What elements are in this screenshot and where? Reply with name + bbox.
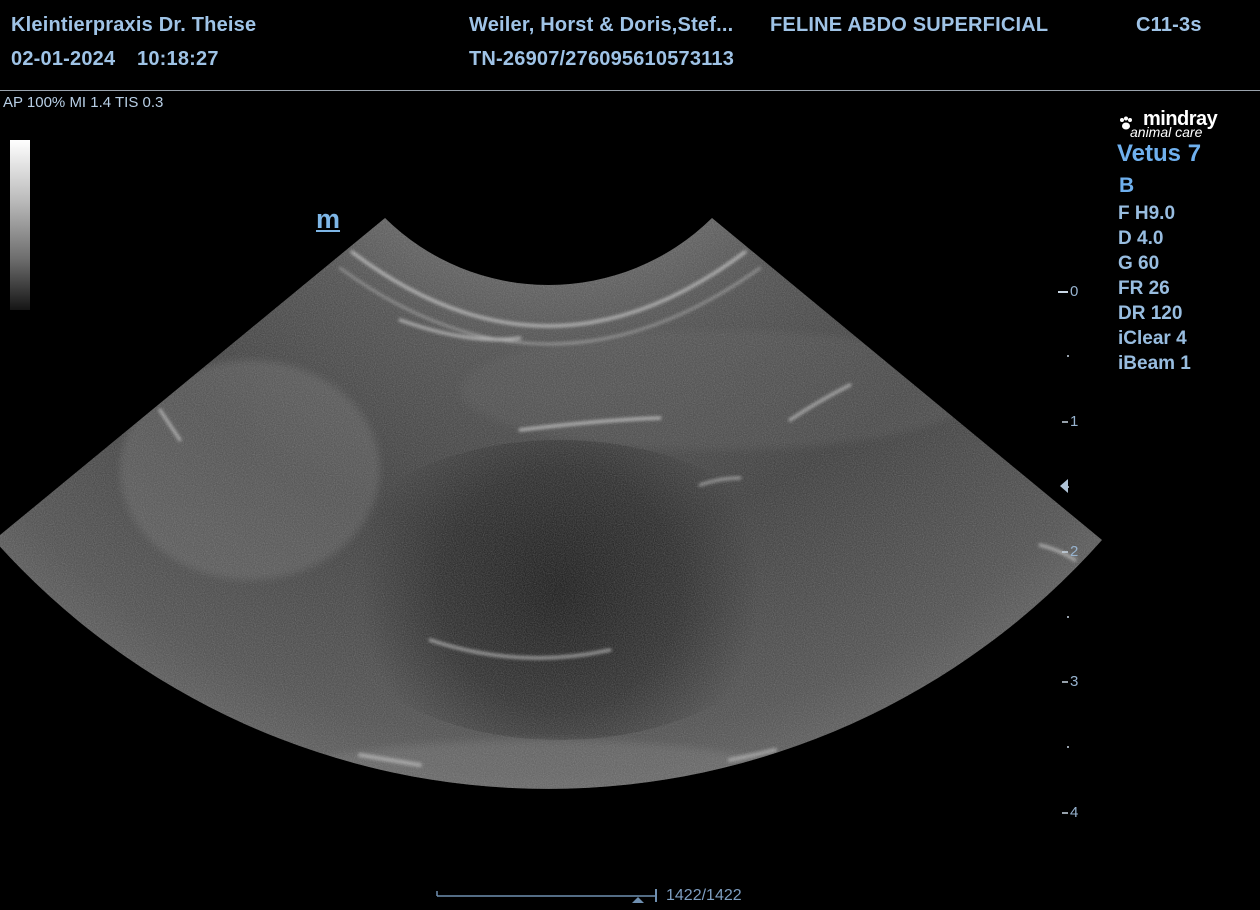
device-model: Vetus 7	[1117, 140, 1202, 167]
brand-subtitle: animal care	[1130, 124, 1203, 140]
param-frame-rate[interactable]: FR 26	[1118, 277, 1191, 302]
param-dynamic-range[interactable]: DR 120	[1118, 302, 1191, 327]
param-frequency[interactable]: F H9.0	[1118, 202, 1191, 227]
focus-marker-icon	[1060, 479, 1068, 493]
imaging-mode[interactable]: B	[1119, 174, 1134, 198]
orientation-marker: m	[316, 204, 341, 234]
param-ibeam[interactable]: iBeam 1	[1118, 352, 1191, 377]
depth-scale: 0 1 2 3 4	[1050, 270, 1090, 830]
depth-label-2: 2	[1070, 543, 1079, 560]
param-depth[interactable]: D 4.0	[1118, 227, 1191, 252]
depth-label-3: 3	[1070, 673, 1079, 690]
cine-frame-counter: 1422/1422	[666, 887, 742, 904]
param-iclear[interactable]: iClear 4	[1118, 327, 1191, 352]
parameter-list: F H9.0 D 4.0 G 60 FR 26 DR 120 iClear 4 …	[1118, 202, 1191, 377]
cine-position-icon	[632, 897, 644, 903]
depth-label-1: 1	[1070, 413, 1079, 430]
depth-label-4: 4	[1070, 804, 1079, 821]
param-gain[interactable]: G 60	[1118, 252, 1191, 277]
depth-label-0: 0	[1070, 283, 1079, 300]
